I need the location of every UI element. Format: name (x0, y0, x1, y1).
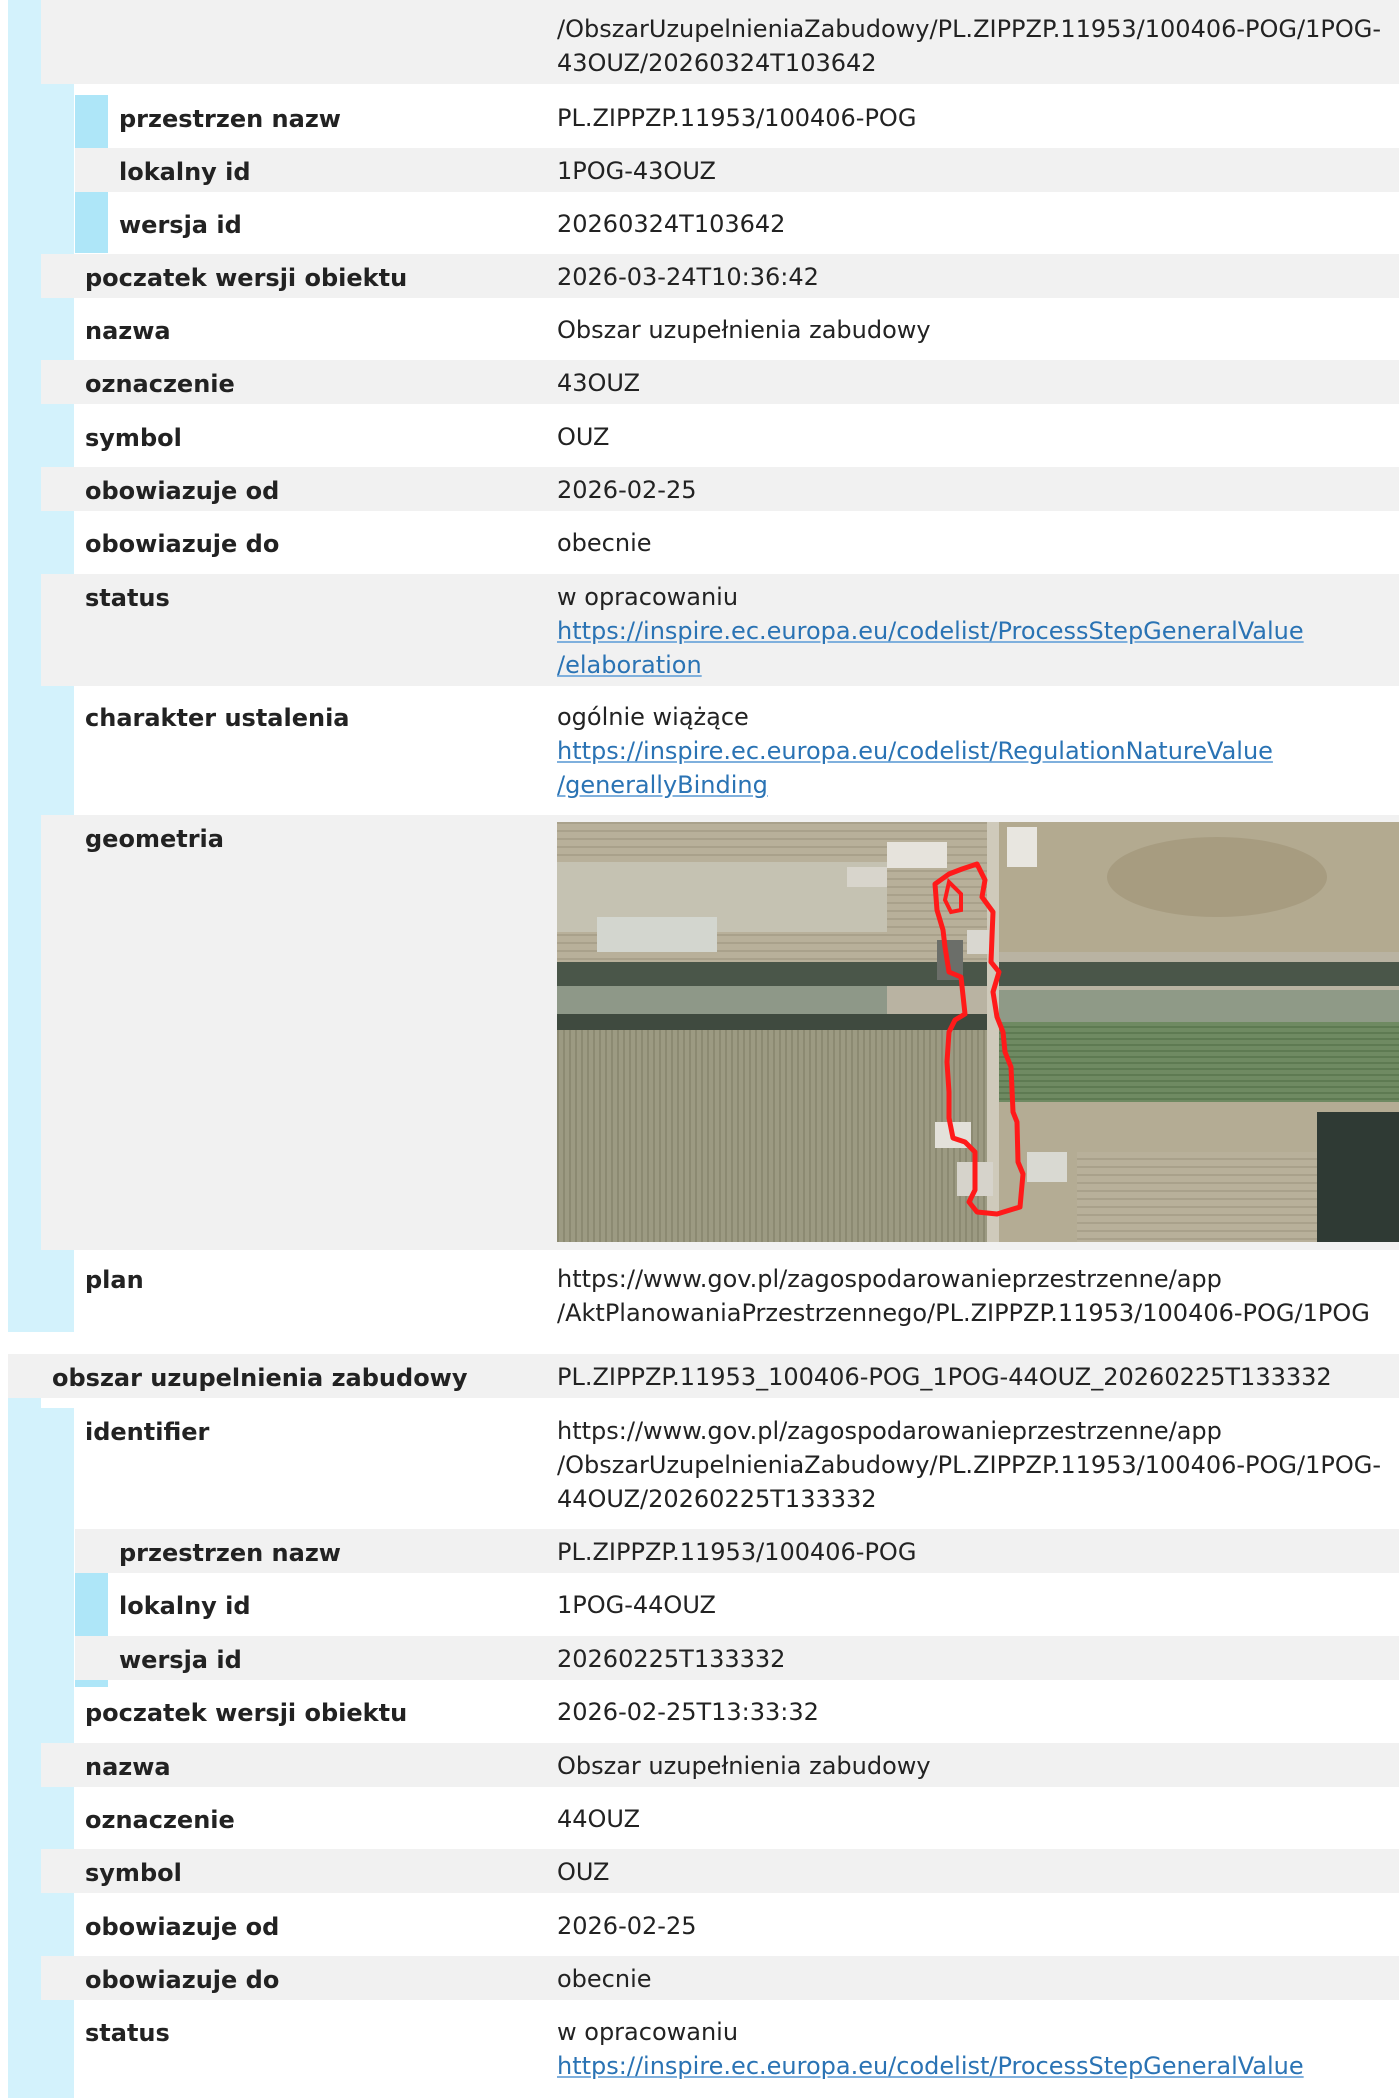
row-obowiazuje-od: obowiazuje od 2026-02-25 (41, 1903, 1399, 1947)
field-label: wersja id (119, 1646, 242, 1674)
field-label: geometria (85, 825, 224, 853)
row-plan: plan https://www.gov.pl/zagospodarowanie… (41, 1256, 1399, 1332)
row-wersja-id: wersja id 20260324T103642 (75, 201, 1399, 245)
row-wersja-id: wersja id 20260225T133332 (75, 1636, 1399, 1680)
row-obowiazuje-do: obowiazuje do obecnie (41, 520, 1399, 564)
row-lokalny-id: lokalny id 1POG-44OUZ (75, 1582, 1399, 1626)
row-poczatek-wersji: poczatek wersji obiektu 2026-03-24T10:36… (41, 254, 1399, 298)
field-value: 43OUZ (557, 369, 641, 397)
field-value: 2026-03-24T10:36:42 (557, 263, 819, 291)
field-value: PL.ZIPPZP.11953/100406-POG (557, 1538, 917, 1566)
status-codelist-link[interactable]: https://inspire.ec.europa.eu/codelist/Pr… (557, 617, 1304, 645)
field-label: poczatek wersji obiektu (85, 264, 408, 292)
field-label: oznaczenie (85, 370, 235, 398)
field-label: identifier (85, 1418, 210, 1446)
field-label: poczatek wersji obiektu (85, 1699, 408, 1727)
row-obowiazuje-od: obowiazuje od 2026-02-25 (41, 467, 1399, 511)
field-value: 20260225T133332 (557, 1645, 786, 1673)
field-value: 1POG-43OUZ (557, 157, 716, 185)
indent-bar-record-1 (8, 0, 41, 1332)
record-type-value: PL.ZIPPZP.11953_100406-POG_1POG-44OUZ_20… (557, 1363, 1332, 1391)
row-przestrzen-nazw: przestrzen nazw PL.ZIPPZP.11953/100406-P… (75, 95, 1399, 139)
field-value: Obszar uzupełnienia zabudowy (557, 1752, 931, 1780)
field-label: charakter ustalenia (85, 704, 350, 732)
record-header: obszar uzupelnienia zabudowy PL.ZIPPZP.1… (8, 1354, 1399, 1398)
row-poczatek-wersji: poczatek wersji obiektu 2026-02-25T13:33… (41, 1689, 1399, 1733)
row-nazwa: nazwa Obszar uzupełnienia zabudowy (41, 1743, 1399, 1787)
field-label: wersja id (119, 211, 242, 239)
field-value: ogólnie wiążące https://inspire.ec.europ… (557, 703, 1273, 799)
field-value: PL.ZIPPZP.11953/100406-POG (557, 104, 917, 132)
field-value: obecnie (557, 1965, 652, 1993)
row-identifier-continued: /ObszarUzupelnieniaZabudowy/PL.ZIPPZP.11… (41, 0, 1399, 84)
field-label: nazwa (85, 1753, 171, 1781)
field-label: obowiazuje do (85, 530, 280, 558)
field-value: 2026-02-25T13:33:32 (557, 1698, 819, 1726)
field-label: przestrzen nazw (119, 105, 341, 133)
field-label: nazwa (85, 317, 171, 345)
row-status: status w opracowaniu https://inspire.ec.… (41, 574, 1399, 686)
field-value: OUZ (557, 423, 610, 451)
geometry-map-image (557, 822, 1399, 1242)
field-value: w opracowaniu https://inspire.ec.europa.… (557, 2018, 1304, 2080)
row-oznaczenie: oznaczenie 44OUZ (41, 1796, 1399, 1840)
identifier-value: /ObszarUzupelnieniaZabudowy/PL.ZIPPZP.11… (557, 15, 1381, 77)
row-oznaczenie: oznaczenie 43OUZ (41, 360, 1399, 404)
field-value: 20260324T103642 (557, 210, 786, 238)
field-label: symbol (85, 424, 182, 452)
row-status: status w opracowaniu https://inspire.ec.… (41, 2009, 1399, 2098)
field-label: symbol (85, 1859, 182, 1887)
field-value: 2026-02-25 (557, 476, 697, 504)
row-przestrzen-nazw: przestrzen nazw PL.ZIPPZP.11953/100406-P… (75, 1529, 1399, 1573)
row-symbol: symbol OUZ (41, 414, 1399, 458)
field-label: oznaczenie (85, 1806, 235, 1834)
row-nazwa: nazwa Obszar uzupełnienia zabudowy (41, 307, 1399, 351)
field-value: Obszar uzupełnienia zabudowy (557, 316, 931, 344)
row-obowiazuje-do: obowiazuje do obecnie (41, 1956, 1399, 2000)
field-label: lokalny id (119, 1592, 251, 1620)
regulation-codelist-link[interactable]: https://inspire.ec.europa.eu/codelist/Re… (557, 737, 1273, 765)
identifier-value: https://www.gov.pl/zagospodarowanieprzes… (557, 1417, 1381, 1513)
field-label: status (85, 584, 170, 612)
field-label: plan (85, 1266, 144, 1294)
field-value: 1POG-44OUZ (557, 1591, 716, 1619)
row-charakter-ustalenia: charakter ustalenia ogólnie wiążące http… (41, 694, 1399, 806)
field-label: obowiazuje od (85, 1913, 280, 1941)
field-label: obowiazuje do (85, 1966, 280, 1994)
field-label: lokalny id (119, 158, 251, 186)
field-value: w opracowaniu https://inspire.ec.europa.… (557, 583, 1304, 679)
status-codelist-link-cont[interactable]: /elaboration (557, 651, 702, 679)
status-codelist-link[interactable]: https://inspire.ec.europa.eu/codelist/Pr… (557, 2052, 1304, 2080)
regulation-codelist-link-cont[interactable]: /generallyBinding (557, 771, 768, 799)
field-label: obowiazuje od (85, 477, 280, 505)
indent-bar-record-2 (8, 1354, 41, 2098)
field-label: status (85, 2019, 170, 2047)
field-value: OUZ (557, 1858, 610, 1886)
record-type-label: obszar uzupelnienia zabudowy (52, 1364, 468, 1392)
field-value: obecnie (557, 529, 652, 557)
field-value: 44OUZ (557, 1805, 641, 1833)
field-value: 2026-02-25 (557, 1912, 697, 1940)
row-lokalny-id: lokalny id 1POG-43OUZ (75, 148, 1399, 192)
field-label: przestrzen nazw (119, 1539, 341, 1567)
field-value: https://www.gov.pl/zagospodarowanieprzes… (557, 1265, 1370, 1327)
row-identifier: identifier https://www.gov.pl/zagospodar… (41, 1408, 1399, 1520)
row-symbol: symbol OUZ (41, 1849, 1399, 1893)
